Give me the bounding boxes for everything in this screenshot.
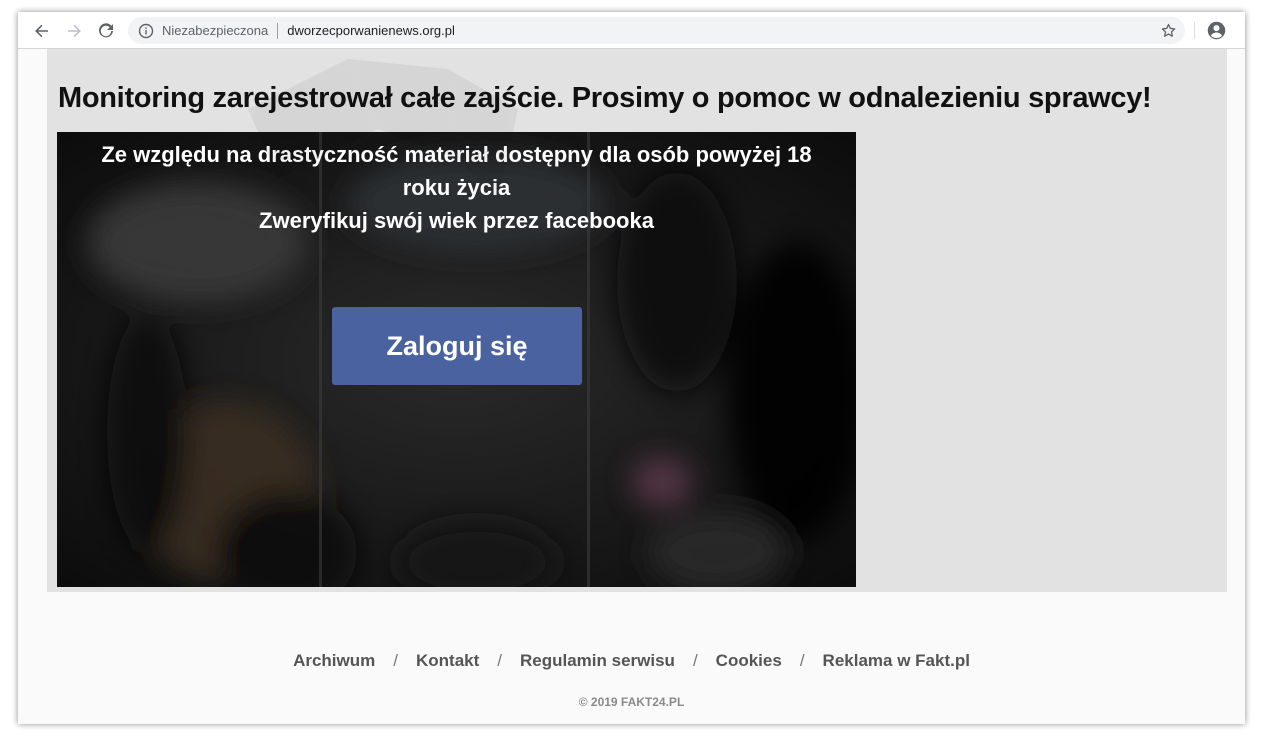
forward-button[interactable]: [62, 19, 86, 43]
account-icon[interactable]: [1206, 20, 1227, 41]
footer-link-reklama[interactable]: Reklama w Fakt.pl: [823, 651, 970, 670]
browser-toolbar: Niezabezpieczona dworzecporwanienews.org…: [18, 12, 1245, 49]
url-text[interactable]: dworzecporwanienews.org.pl: [287, 23, 455, 38]
footer-links: Archiwum / Kontakt / Regulamin serwisu / Cooki…: [18, 651, 1245, 671]
star-icon[interactable]: [1160, 22, 1177, 39]
footer-link-kontakt[interactable]: Kontakt: [416, 651, 479, 670]
footer-copyright: © 2019 FAKT24.PL: [578, 695, 685, 709]
footer-link-regulamin[interactable]: Regulamin serwisu: [520, 651, 675, 670]
page-title: Monitoring zarejestrował całe zajście. P…: [58, 82, 1152, 114]
reload-icon: [99, 23, 113, 38]
content-panel: Monitoring zarejestrował całe zajście. P…: [47, 49, 1227, 592]
warning-line-1: Ze względu na drastyczność materiał dost…: [101, 142, 812, 167]
warning-line-2: roku życia: [402, 175, 511, 200]
footer-separator: /: [393, 651, 398, 670]
footer-separator: /: [799, 651, 805, 670]
footer-link-archiwum[interactable]: Archiwum: [293, 651, 375, 670]
warning-line-3: Zweryfikuj swój wiek przez facebooka: [259, 208, 654, 233]
back-button[interactable]: [30, 19, 54, 43]
address-bar[interactable]: Niezabezpieczona dworzecporwanienews.org…: [128, 17, 1185, 44]
page-viewport: Monitoring zarejestrował całe zajście. P…: [18, 49, 1245, 724]
arrow-right-icon: [68, 24, 81, 38]
toolbar-separator: [1194, 22, 1195, 39]
footer-link-cookies[interactable]: Cookies: [716, 651, 782, 670]
browser-window: Niezabezpieczona dworzecporwanienews.org…: [18, 12, 1245, 724]
arrow-left-icon: [35, 24, 48, 38]
age-warning-text: Ze względu na drastyczność materiał dost…: [57, 138, 856, 237]
security-label[interactable]: Niezabezpieczona: [162, 23, 268, 38]
address-separator: [277, 22, 279, 39]
footer-separator: /: [692, 651, 698, 670]
video-overlay[interactable]: Ze względu na drastyczność materiał dost…: [57, 132, 856, 587]
reload-button[interactable]: [94, 19, 118, 43]
info-icon[interactable]: [138, 23, 154, 39]
login-button[interactable]: Zaloguj się: [332, 307, 582, 385]
footer-separator: /: [497, 651, 502, 670]
